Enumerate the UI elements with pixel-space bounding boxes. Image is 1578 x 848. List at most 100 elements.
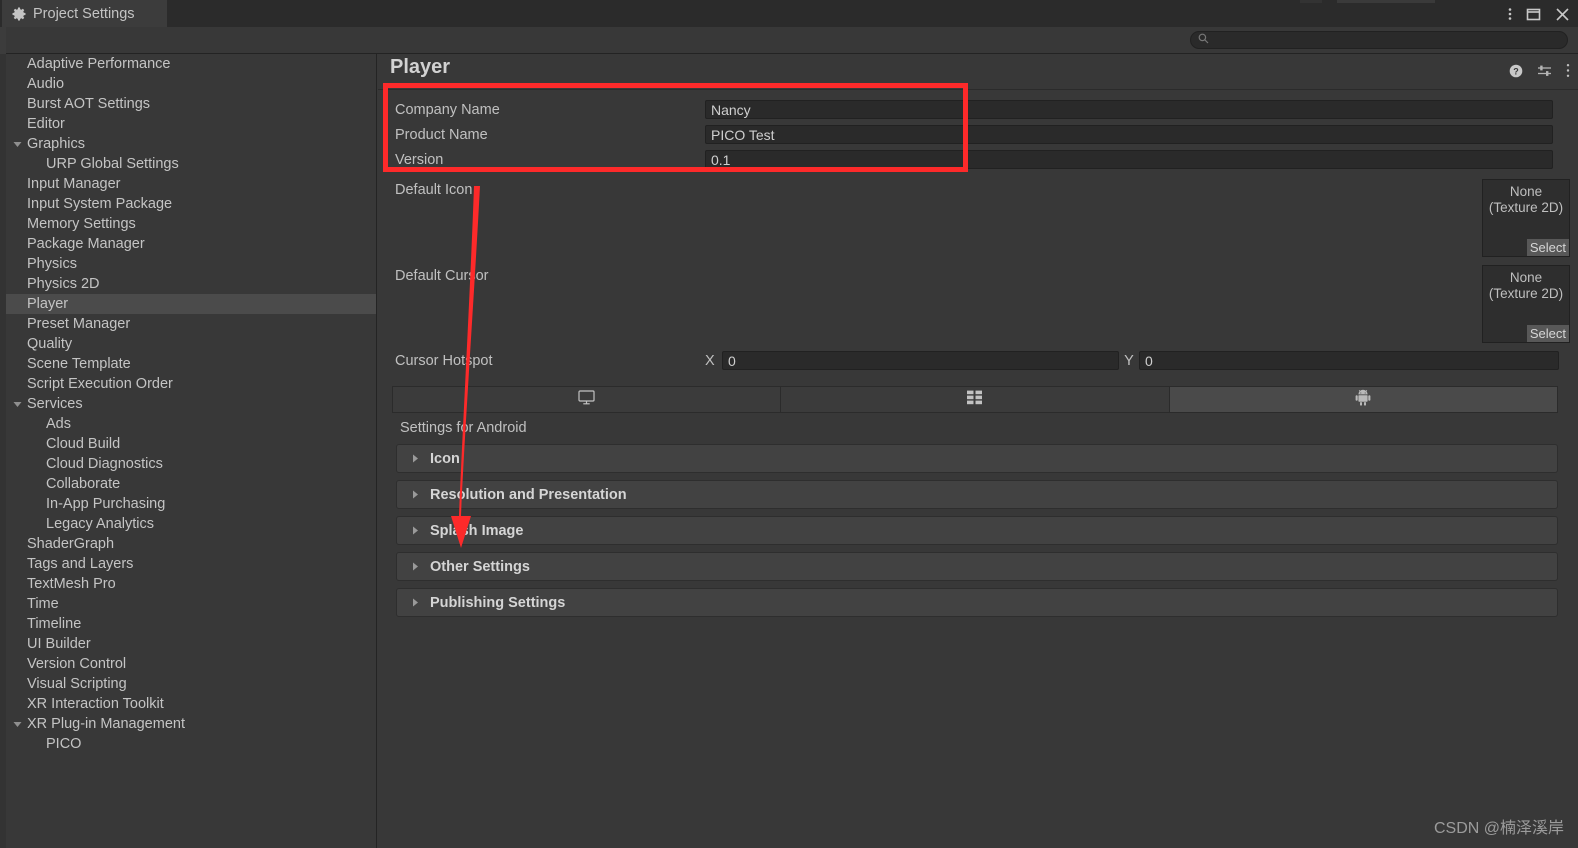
sidebar-item-label: Scene Template	[27, 356, 131, 372]
sidebar-item-preset-manager[interactable]: Preset Manager	[6, 314, 376, 334]
sidebar-item-label: Collaborate	[46, 476, 121, 492]
sidebar-item-shadergraph[interactable]: ShaderGraph	[6, 534, 376, 554]
platform-tab-bar[interactable]	[392, 386, 1558, 413]
sidebar-item-label: XR Interaction Toolkit	[27, 696, 164, 712]
tab-dedicated-server[interactable]	[781, 387, 1170, 412]
default-cursor-field[interactable]: None (Texture 2D) Select	[1482, 265, 1570, 343]
sidebar-item-textmesh-pro[interactable]: TextMesh Pro	[6, 574, 376, 594]
sidebar-item-version-control[interactable]: Version Control	[6, 654, 376, 674]
sidebar-item-player[interactable]: Player	[6, 294, 376, 314]
sidebar-item-label: Physics	[27, 256, 77, 272]
cursor-hotspot-y-input[interactable]: 0	[1139, 351, 1559, 370]
foldout-resolution-and-presentation[interactable]: Resolution and Presentation	[396, 480, 1558, 509]
kebab-menu-icon[interactable]	[1508, 6, 1512, 22]
panel-header: Player ?	[378, 54, 1578, 90]
server-icon	[966, 390, 983, 410]
help-icon[interactable]: ?	[1509, 64, 1523, 83]
sidebar-item-audio[interactable]: Audio	[6, 74, 376, 94]
sidebar-item-legacy-analytics[interactable]: Legacy Analytics	[6, 514, 376, 534]
sidebar-item-input-manager[interactable]: Input Manager	[6, 174, 376, 194]
sidebar-item-cloud-build[interactable]: Cloud Build	[6, 434, 376, 454]
settings-sidebar[interactable]: Adaptive Performance Audio Burst AOT Setti…	[6, 54, 377, 848]
preset-icon[interactable]	[1537, 64, 1552, 83]
sidebar-item-ads[interactable]: Ads	[6, 414, 376, 434]
foldout-label: Icon	[430, 450, 460, 467]
panel-header-icons: ?	[1509, 63, 1570, 83]
sidebar-item-memory-settings[interactable]: Memory Settings	[6, 214, 376, 234]
sidebar-item-collaborate[interactable]: Collaborate	[6, 474, 376, 494]
foldout-other-settings[interactable]: Other Settings	[396, 552, 1558, 581]
sidebar-item-input-system-package[interactable]: Input System Package	[6, 194, 376, 214]
default-cursor-value: None	[1509, 270, 1543, 285]
chevron-right-icon[interactable]	[411, 558, 420, 576]
search-input[interactable]	[1213, 34, 1553, 46]
sidebar-item-urp-global-settings[interactable]: URP Global Settings	[6, 154, 376, 174]
sidebar-item-editor[interactable]: Editor	[6, 114, 376, 134]
sidebar-item-script-execution-order[interactable]: Script Execution Order	[6, 374, 376, 394]
sidebar-item-label: Input System Package	[27, 196, 173, 212]
foldout-icon[interactable]: Icon	[396, 444, 1558, 473]
sidebar-item-services[interactable]: Services	[6, 394, 376, 414]
identification-section: Company Name Nancy Product Name PICO Test Ve…	[378, 97, 1578, 172]
sidebar-item-time[interactable]: Time	[6, 594, 376, 614]
sidebar-item-burst-aot-settings[interactable]: Burst AOT Settings	[6, 94, 376, 114]
maximize-icon[interactable]	[1526, 7, 1541, 22]
chevron-down-icon[interactable]	[10, 714, 24, 734]
search-box[interactable]	[1190, 31, 1568, 49]
field-row: Company Name Nancy	[378, 97, 1578, 122]
sidebar-item-label: In-App Purchasing	[46, 496, 166, 512]
sidebar-item-label: Player	[27, 296, 69, 312]
chevron-down-icon[interactable]	[10, 394, 24, 414]
chevron-right-icon[interactable]	[411, 522, 420, 540]
sidebar-item-ui-builder[interactable]: UI Builder	[6, 634, 376, 654]
sidebar-item-graphics[interactable]: Graphics	[6, 134, 376, 154]
sidebar-item-adaptive-performance[interactable]: Adaptive Performance	[6, 54, 376, 74]
sidebar-item-in-app-purchasing[interactable]: In-App Purchasing	[6, 494, 376, 514]
sidebar-item-physics[interactable]: Physics	[6, 254, 376, 274]
sidebar-item-xr-plug-in-management[interactable]: XR Plug-in Management	[6, 714, 376, 734]
sidebar-item-pico[interactable]: PICO	[6, 734, 376, 754]
default-icon-field[interactable]: None (Texture 2D) Select	[1482, 179, 1570, 257]
sidebar-item-timeline[interactable]: Timeline	[6, 614, 376, 634]
default-cursor-type: (Texture 2D)	[1488, 286, 1564, 301]
sidebar-item-xr-interaction-toolkit[interactable]: XR Interaction Toolkit	[6, 694, 376, 714]
cursor-hotspot-x-label: X	[705, 352, 715, 369]
kebab-menu-icon[interactable]	[1566, 63, 1570, 83]
default-cursor-label: Default Cursor	[395, 268, 489, 284]
sidebar-item-label: Input Manager	[27, 176, 121, 192]
chevron-right-icon[interactable]	[411, 486, 420, 504]
sidebar-item-package-manager[interactable]: Package Manager	[6, 234, 376, 254]
default-icon-value: None	[1509, 184, 1543, 199]
csdn-watermark: CSDN @楠泽溪岸	[1433, 820, 1564, 837]
sidebar-item-cloud-diagnostics[interactable]: Cloud Diagnostics	[6, 454, 376, 474]
search-row	[0, 27, 1578, 54]
sidebar-item-label: Burst AOT Settings	[27, 96, 151, 112]
default-cursor-select-button[interactable]: Select	[1526, 325, 1569, 342]
field-input-version[interactable]: 0.1	[705, 150, 1553, 169]
top-ghost-widget-right	[1337, 0, 1435, 3]
chevron-down-icon[interactable]	[10, 134, 24, 154]
field-input-product-name[interactable]: PICO Test	[705, 125, 1553, 144]
sidebar-item-visual-scripting[interactable]: Visual Scripting	[6, 674, 376, 694]
default-icon-select-button[interactable]: Select	[1526, 239, 1569, 256]
sidebar-item-tags-and-layers[interactable]: Tags and Layers	[6, 554, 376, 574]
sidebar-item-label: Cloud Build	[46, 436, 121, 452]
sidebar-item-scene-template[interactable]: Scene Template	[6, 354, 376, 374]
foldout-label: Other Settings	[430, 558, 530, 575]
tab-project-settings[interactable]: Project Settings	[2, 0, 167, 27]
sidebar-item-label: Timeline	[27, 616, 82, 632]
chevron-right-icon[interactable]	[411, 594, 420, 612]
close-icon[interactable]	[1555, 7, 1570, 22]
android-icon	[1355, 389, 1371, 411]
sidebar-item-quality[interactable]: Quality	[6, 334, 376, 354]
tab-android[interactable]	[1169, 387, 1557, 412]
sidebar-item-physics-2d[interactable]: Physics 2D	[6, 274, 376, 294]
field-row: Version 0.1	[378, 147, 1578, 172]
foldout-splash-image[interactable]: Splash Image	[396, 516, 1558, 545]
field-input-company-name[interactable]: Nancy	[705, 100, 1553, 119]
foldout-publishing-settings[interactable]: Publishing Settings	[396, 588, 1558, 617]
cursor-hotspot-x-input[interactable]: 0	[722, 351, 1119, 370]
monitor-icon	[578, 389, 595, 410]
tab-standalone[interactable]	[393, 387, 782, 412]
chevron-right-icon[interactable]	[411, 450, 420, 468]
